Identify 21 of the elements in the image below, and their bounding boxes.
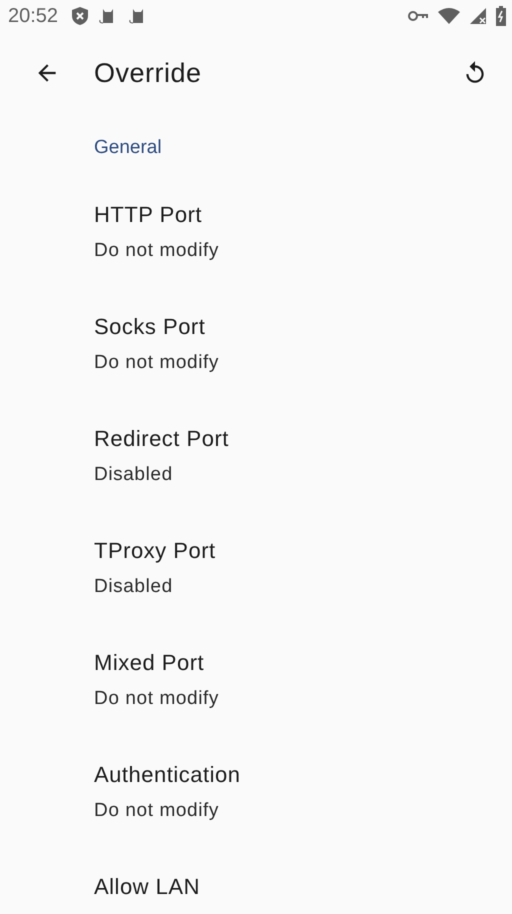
setting-summary: Do not modify bbox=[94, 351, 220, 375]
setting-title[interactable]: Socks Port bbox=[94, 312, 206, 342]
setting-summary: Disabled bbox=[94, 463, 173, 487]
setting-summary: Do not modify bbox=[94, 687, 220, 711]
shield-icon bbox=[72, 7, 88, 25]
setting-title[interactable]: Allow LAN bbox=[94, 872, 200, 902]
battery-icon bbox=[496, 6, 506, 26]
page-title: Override bbox=[94, 58, 203, 88]
section-header: General bbox=[94, 136, 162, 160]
setting-summary: Do not modify bbox=[94, 239, 220, 263]
signal-icon bbox=[470, 8, 486, 24]
setting-summary: Disabled bbox=[94, 575, 173, 599]
setting-title[interactable]: Redirect Port bbox=[94, 424, 229, 454]
setting-title[interactable]: TProxy Port bbox=[94, 536, 216, 566]
key-icon bbox=[408, 11, 428, 21]
setting-title[interactable]: Mixed Port bbox=[94, 648, 204, 678]
wifi-icon bbox=[438, 8, 460, 24]
setting-title[interactable]: HTTP Port bbox=[94, 200, 202, 230]
setting-summary: Do not modify bbox=[94, 799, 220, 823]
status-time: 20:52 bbox=[8, 4, 58, 28]
setting-title[interactable]: Authentication bbox=[94, 760, 240, 790]
